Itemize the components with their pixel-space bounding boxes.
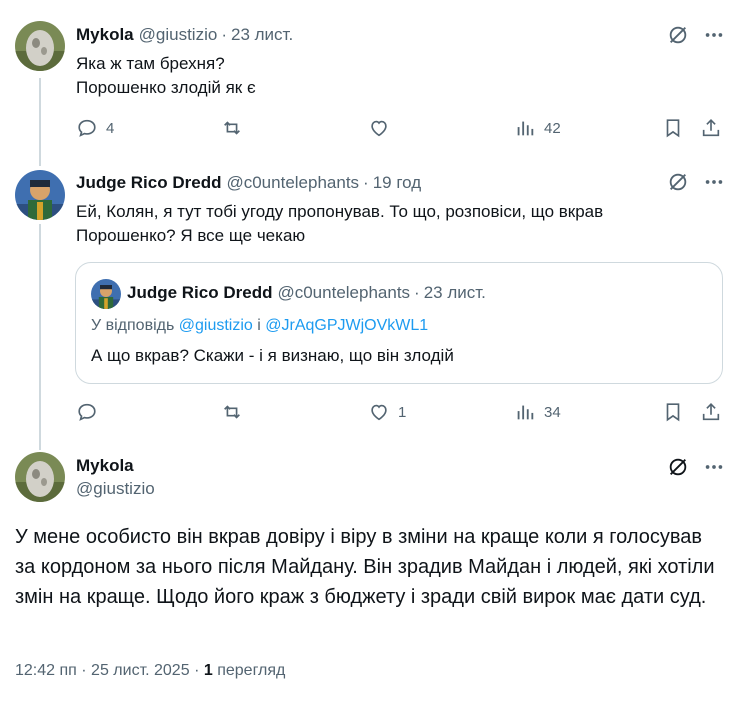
action-bar: 4 42 xyxy=(76,114,726,142)
more-icon[interactable] xyxy=(702,455,726,479)
share-button[interactable] xyxy=(700,398,722,426)
bookmark-button[interactable] xyxy=(662,398,684,426)
repost-button[interactable] xyxy=(221,114,251,142)
share-button[interactable] xyxy=(700,114,722,142)
post-time[interactable]: 12:42 пп xyxy=(15,662,77,679)
post-date[interactable]: 25 лист. 2025 xyxy=(91,662,190,679)
avatar[interactable] xyxy=(15,170,65,220)
views-label: перегляд xyxy=(217,662,286,679)
repost-icon xyxy=(224,121,240,135)
views-icon xyxy=(517,121,534,136)
quoted-text: А що вкрав? Скажи - і я визнаю, що він з… xyxy=(91,346,454,365)
tweet-text-line: Порошенко? Я все ще чекаю xyxy=(76,226,306,245)
more-icon[interactable] xyxy=(702,23,726,47)
grok-icon[interactable] xyxy=(666,170,690,194)
repost-button[interactable] xyxy=(221,398,251,426)
tweet-text-line: Порошенко злодій як є xyxy=(76,78,256,97)
separator-dot: · xyxy=(363,173,369,192)
quoted-author-handle: @c0untelephants xyxy=(277,283,411,302)
views-count: 42 xyxy=(544,119,561,137)
avatar[interactable] xyxy=(15,21,65,71)
reply-icon xyxy=(78,119,96,137)
bookmark-icon xyxy=(666,403,680,422)
tweet-header: Judge Rico Dredd @c0untelephants · 19 го… xyxy=(76,173,421,193)
reply-count: 4 xyxy=(106,119,115,137)
author-handle[interactable]: @giustizio xyxy=(139,25,218,45)
like-count: 1 xyxy=(398,403,407,421)
grok-icon[interactable] xyxy=(666,23,690,47)
mention-link[interactable]: @JrAqGPJWjOVkWL1 xyxy=(265,317,428,334)
bookmark-icon xyxy=(666,119,680,138)
grok-icon[interactable] xyxy=(666,455,690,479)
mention-link[interactable]: @giustizio xyxy=(179,317,253,334)
views-button[interactable]: 42 xyxy=(514,114,561,142)
author-name[interactable]: Mykola xyxy=(76,25,134,45)
author-name[interactable]: Judge Rico Dredd xyxy=(76,173,221,193)
separator-dot: · xyxy=(414,283,420,302)
tweet-text-line: Ей, Колян, я тут тобі угоду пропонував. … xyxy=(76,202,604,221)
avatar[interactable] xyxy=(15,452,65,502)
replying-to: У відповідь @giustizio і @JrAqGPJWjOVkWL… xyxy=(91,317,428,335)
like-button[interactable]: 1 xyxy=(368,398,406,426)
like-button[interactable] xyxy=(368,114,398,142)
separator-dot: · xyxy=(81,662,87,679)
more-icon[interactable] xyxy=(702,170,726,194)
action-bar: 1 34 xyxy=(76,398,726,426)
separator-dot: · xyxy=(221,25,227,44)
quoted-author-name: Judge Rico Dredd xyxy=(127,283,273,302)
author-name[interactable]: Mykola xyxy=(76,456,155,476)
share-icon xyxy=(702,119,720,137)
replying-to-prefix: У відповідь xyxy=(91,317,175,334)
tweet-text: Ей, Колян, я тут тобі угоду пропонував. … xyxy=(76,200,603,248)
views-button[interactable]: 34 xyxy=(514,398,561,426)
tweet[interactable]: Mykola @giustizio · 23 лист. Яка ж там б… xyxy=(0,0,749,160)
quoted-tweet[interactable]: Judge Rico Dredd @c0untelephants · 23 ли… xyxy=(75,262,723,384)
bookmark-button[interactable] xyxy=(662,114,684,142)
views-total: 1 xyxy=(203,662,213,679)
main-tweet-text: У мене особисто він вкрав довіру і віру … xyxy=(15,526,715,608)
repost-icon xyxy=(224,405,240,419)
tweet-meta: 12:42 пп · 25 лист. 2025 · 1 перегляд xyxy=(15,662,285,680)
views-count: 34 xyxy=(544,403,561,421)
timestamp[interactable]: 19 год xyxy=(373,173,421,193)
like-icon xyxy=(371,404,387,421)
author-handle[interactable]: @c0untelephants xyxy=(226,173,359,193)
author-handle[interactable]: @giustizio xyxy=(76,479,155,499)
tweet-text-line: Яка ж там брехня? xyxy=(76,54,225,73)
tweet-header: Mykola @giustizio · 23 лист. xyxy=(76,25,293,45)
separator-dot: · xyxy=(194,662,200,679)
reply-button[interactable]: 4 xyxy=(76,114,114,142)
share-icon xyxy=(702,403,720,421)
reply-button[interactable] xyxy=(76,398,106,426)
tweet-text: Яка ж там брехня? Порошенко злодій як є xyxy=(76,52,256,100)
like-icon xyxy=(371,120,387,137)
reply-icon xyxy=(78,403,96,421)
quoted-timestamp: 23 лист. xyxy=(423,283,486,302)
quoted-header: Judge Rico Dredd @c0untelephants · 23 ли… xyxy=(127,283,486,303)
timestamp[interactable]: 23 лист. xyxy=(231,25,293,45)
views-icon xyxy=(517,405,534,420)
quoted-avatar xyxy=(91,279,121,309)
replying-to-and: і xyxy=(257,317,261,334)
